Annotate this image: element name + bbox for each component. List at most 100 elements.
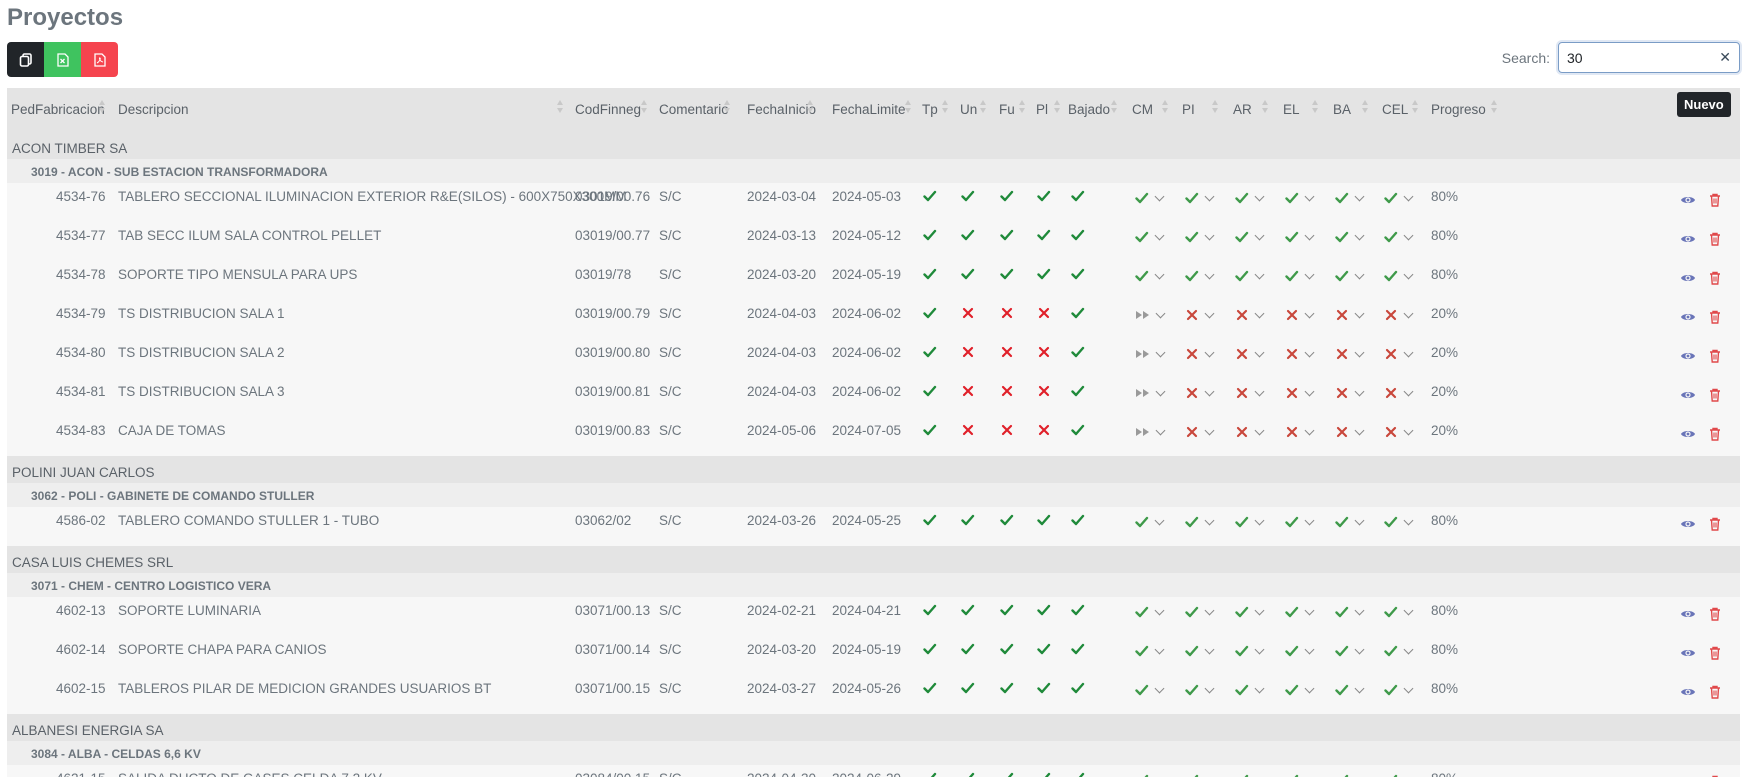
stage-status-select[interactable] xyxy=(1235,601,1265,623)
delete-icon[interactable] xyxy=(1707,606,1723,622)
delete-icon[interactable] xyxy=(1707,645,1723,661)
delete-icon[interactable] xyxy=(1707,426,1723,442)
view-icon[interactable] xyxy=(1680,516,1696,532)
column-header-cm[interactable]: CM xyxy=(1132,102,1153,117)
stage-status-select[interactable] xyxy=(1285,226,1315,248)
stage-status-select[interactable] xyxy=(1285,640,1315,662)
stage-status-select[interactable] xyxy=(1185,511,1215,533)
stage-status-select[interactable] xyxy=(1384,343,1414,365)
stage-status-select[interactable] xyxy=(1384,187,1414,209)
stage-status-select[interactable] xyxy=(1335,421,1365,443)
stage-status-select[interactable] xyxy=(1335,304,1365,326)
column-header-ba[interactable]: BA xyxy=(1333,102,1351,117)
column-header-pl[interactable]: Pl xyxy=(1036,102,1048,117)
column-header-progreso[interactable]: Progreso xyxy=(1431,102,1486,117)
column-header-pedfabricacion[interactable]: PedFabricacion xyxy=(11,102,105,117)
stage-status-select[interactable] xyxy=(1235,511,1265,533)
excel-button[interactable] xyxy=(44,42,81,77)
client-group-row[interactable]: ALBANESI ENERGIA SA xyxy=(7,714,1740,741)
stage-status-select[interactable] xyxy=(1185,226,1215,248)
stage-status-select[interactable] xyxy=(1384,226,1414,248)
stage-status-select[interactable] xyxy=(1384,421,1414,443)
stage-status-select[interactable] xyxy=(1235,679,1265,701)
sort-icon[interactable] xyxy=(905,100,912,116)
view-icon[interactable] xyxy=(1680,309,1696,325)
sort-icon[interactable] xyxy=(1212,100,1219,116)
stage-status-select[interactable] xyxy=(1135,382,1166,404)
stage-status-select[interactable] xyxy=(1285,343,1315,365)
table-row[interactable]: 4621-15 SALIDA DUCTO DE GASES CELDA 7,2 K… xyxy=(7,765,1740,777)
table-row[interactable]: 4534-77 TAB SECC ILUM SALA CONTROL PELLET… xyxy=(7,222,1740,261)
stage-status-select[interactable] xyxy=(1285,769,1315,777)
sort-icon[interactable] xyxy=(1262,100,1269,116)
stage-status-select[interactable] xyxy=(1185,187,1215,209)
column-header-el[interactable]: EL xyxy=(1283,102,1300,117)
stage-status-select[interactable] xyxy=(1235,265,1265,287)
column-header-fechainicio[interactable]: FechaInicio xyxy=(747,102,816,117)
stage-status-select[interactable] xyxy=(1384,601,1414,623)
column-header-codfinneg[interactable]: CodFinneg xyxy=(575,102,641,117)
view-icon[interactable] xyxy=(1680,387,1696,403)
stage-status-select[interactable] xyxy=(1335,382,1365,404)
sort-icon[interactable] xyxy=(1362,100,1369,116)
stage-status-select[interactable] xyxy=(1235,187,1265,209)
table-row[interactable]: 4534-76 TABLERO SECCIONAL ILUMINACION EXT… xyxy=(7,183,1740,222)
client-group-row[interactable]: CASA LUIS CHEMES SRL xyxy=(7,546,1740,573)
stage-status-select[interactable] xyxy=(1135,679,1165,701)
delete-icon[interactable] xyxy=(1707,516,1723,532)
table-row[interactable]: 4534-80 TS DISTRIBUCION SALA 2 03019/00.80… xyxy=(7,339,1740,378)
table-row[interactable]: 4534-78 SOPORTE TIPO MENSULA PARA UPS 0301… xyxy=(7,261,1740,300)
sort-icon[interactable] xyxy=(641,100,648,116)
stage-status-select[interactable] xyxy=(1235,769,1265,777)
clear-search-icon[interactable]: ✕ xyxy=(1719,49,1731,66)
sort-icon[interactable] xyxy=(1491,100,1498,116)
sort-icon[interactable] xyxy=(1162,100,1169,116)
column-header-un[interactable]: Un xyxy=(960,102,977,117)
stage-status-select[interactable] xyxy=(1235,304,1265,326)
stage-status-select[interactable] xyxy=(1135,769,1165,777)
table-row[interactable]: 4602-14 SOPORTE CHAPA PARA CANIOS 03071/00… xyxy=(7,636,1740,675)
project-group-row[interactable]: 3071 - CHEM - CENTRO LOGISTICO VERA xyxy=(7,573,1740,597)
sort-icon[interactable] xyxy=(1054,100,1061,116)
stage-status-select[interactable] xyxy=(1335,511,1365,533)
stage-status-select[interactable] xyxy=(1384,511,1414,533)
stage-status-select[interactable] xyxy=(1185,769,1215,777)
stage-status-select[interactable] xyxy=(1285,382,1315,404)
stage-status-select[interactable] xyxy=(1185,304,1215,326)
delete-icon[interactable] xyxy=(1707,348,1723,364)
stage-status-select[interactable] xyxy=(1335,679,1365,701)
stage-status-select[interactable] xyxy=(1285,421,1315,443)
sort-icon[interactable] xyxy=(557,100,564,116)
sort-icon[interactable] xyxy=(942,100,949,116)
stage-status-select[interactable] xyxy=(1335,226,1365,248)
table-row[interactable]: 4602-13 SOPORTE LUMINARIA 03071/00.13 S/C 20… xyxy=(7,597,1740,636)
stage-status-select[interactable] xyxy=(1285,601,1315,623)
sort-icon[interactable] xyxy=(1312,100,1319,116)
stage-status-select[interactable] xyxy=(1185,421,1215,443)
column-header-fechalimite[interactable]: FechaLimite xyxy=(832,102,906,117)
stage-status-select[interactable] xyxy=(1185,601,1215,623)
stage-status-select[interactable] xyxy=(1384,679,1414,701)
stage-status-select[interactable] xyxy=(1185,640,1215,662)
stage-status-select[interactable] xyxy=(1335,769,1365,777)
stage-status-select[interactable] xyxy=(1235,343,1265,365)
view-icon[interactable] xyxy=(1680,606,1696,622)
stage-status-select[interactable] xyxy=(1135,226,1165,248)
view-icon[interactable] xyxy=(1680,426,1696,442)
stage-status-select[interactable] xyxy=(1384,265,1414,287)
stage-status-select[interactable] xyxy=(1185,265,1215,287)
table-row[interactable]: 4534-81 TS DISTRIBUCION SALA 3 03019/00.81… xyxy=(7,378,1740,417)
sort-icon[interactable] xyxy=(980,100,987,116)
stage-status-select[interactable] xyxy=(1135,343,1166,365)
view-icon[interactable] xyxy=(1680,270,1696,286)
stage-status-select[interactable] xyxy=(1384,640,1414,662)
copy-button[interactable] xyxy=(7,42,44,77)
sort-icon[interactable] xyxy=(1412,100,1419,116)
column-header-pi[interactable]: PI xyxy=(1182,102,1195,117)
stage-status-select[interactable] xyxy=(1384,769,1414,777)
sort-icon[interactable] xyxy=(99,100,106,116)
client-group-row[interactable]: ACON TIMBER SA xyxy=(7,132,1740,159)
view-icon[interactable] xyxy=(1680,231,1696,247)
stage-status-select[interactable] xyxy=(1384,382,1414,404)
stage-status-select[interactable] xyxy=(1285,187,1315,209)
